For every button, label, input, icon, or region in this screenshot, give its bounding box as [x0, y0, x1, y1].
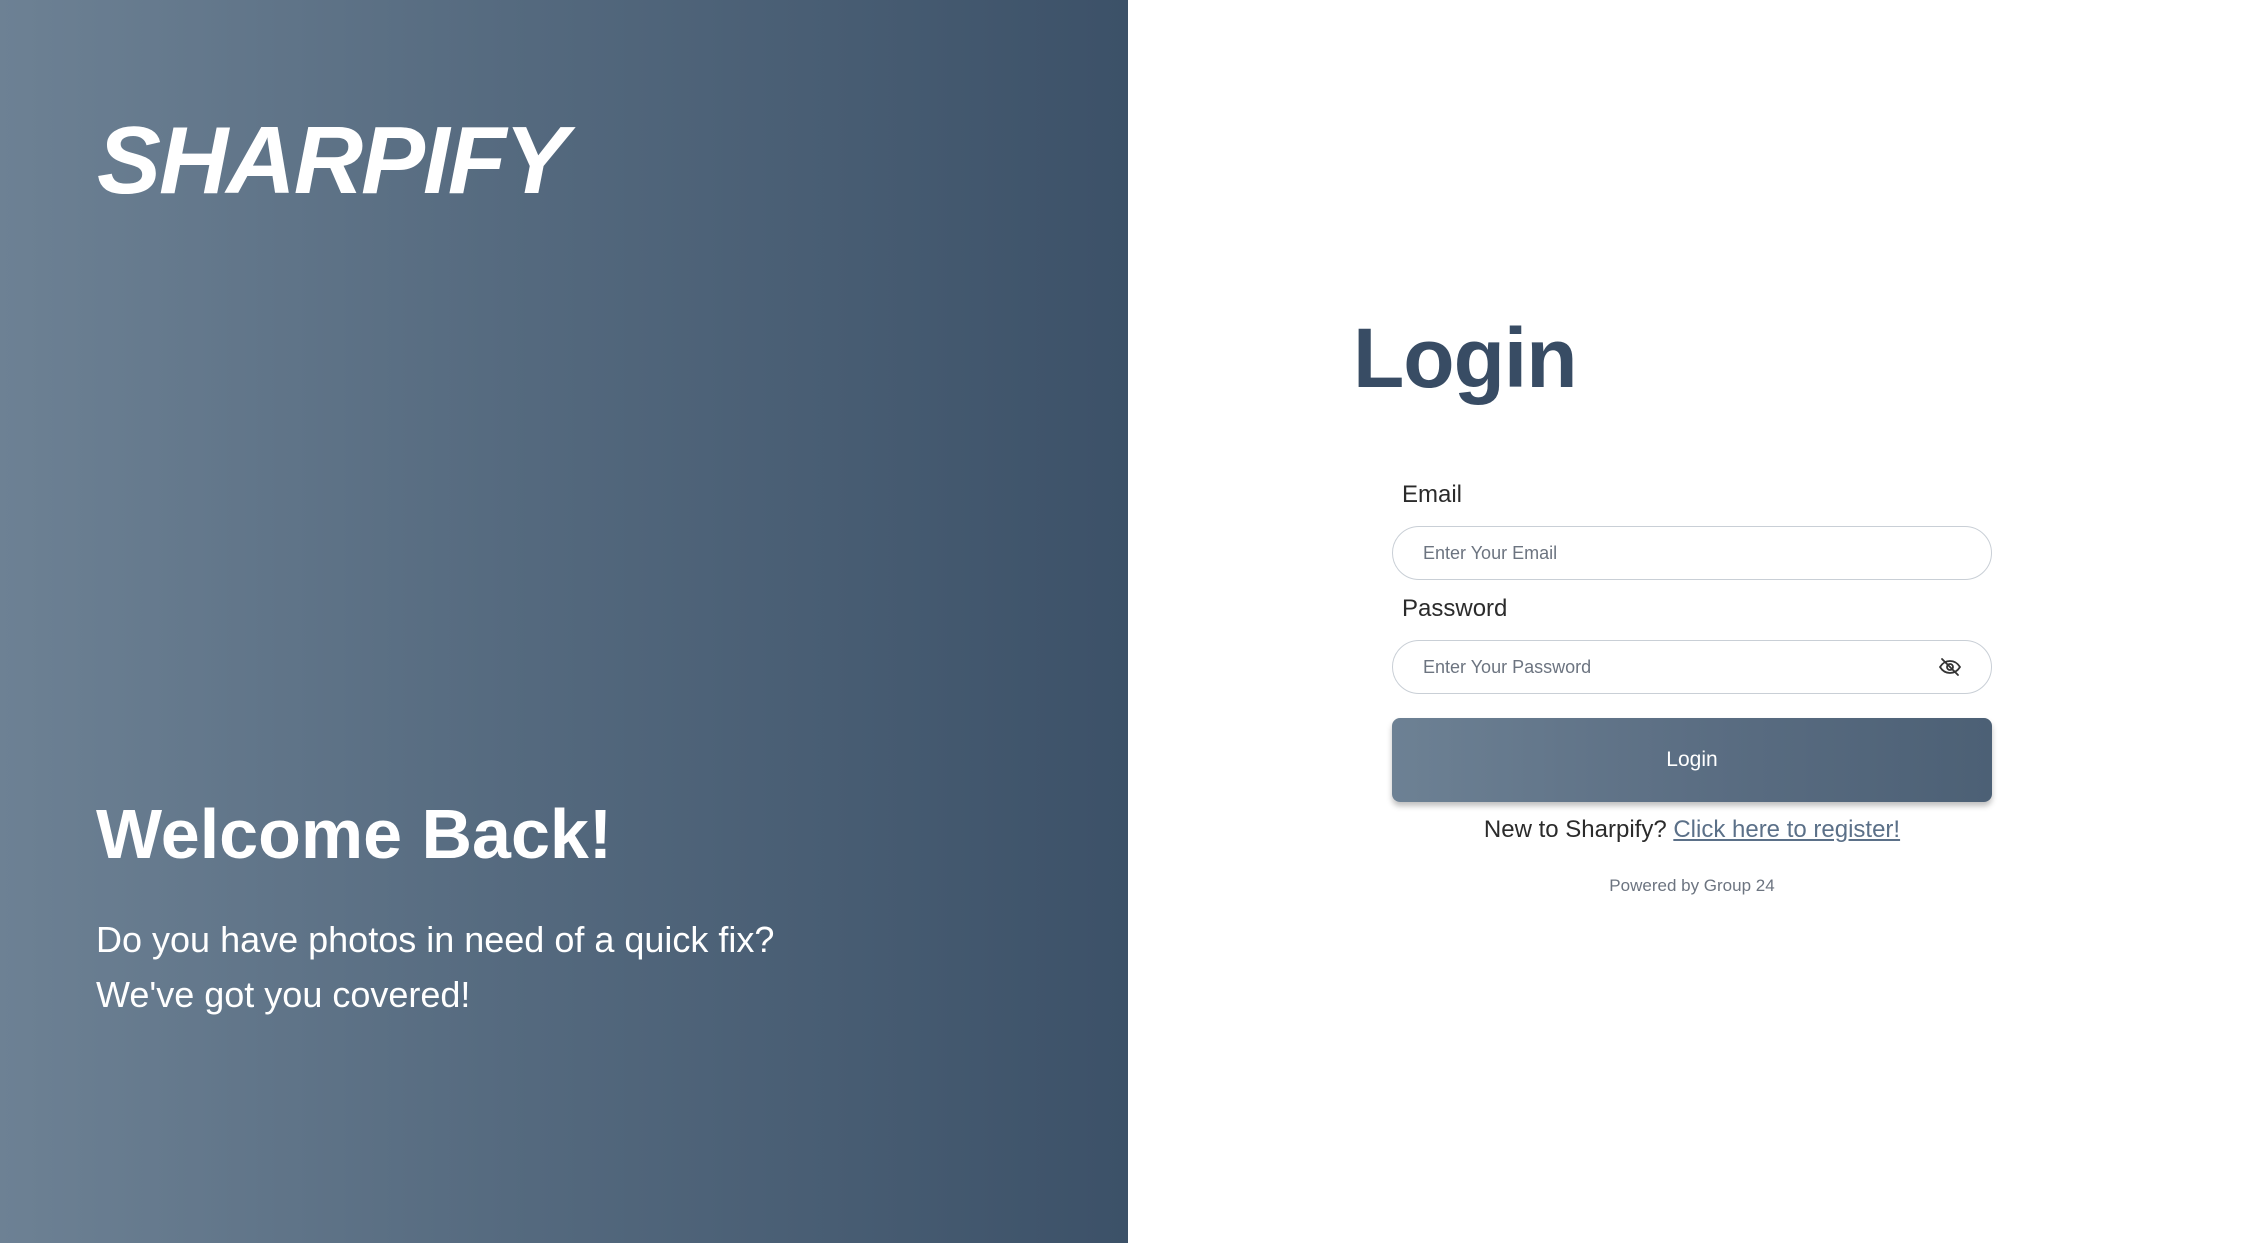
page-title: Login — [1353, 311, 1578, 405]
password-field-wrapper — [1392, 640, 1992, 694]
password-label: Password — [1402, 595, 1508, 622]
welcome-text: Do you have photos in need of a quick fi… — [96, 919, 775, 1015]
email-field-wrapper — [1392, 526, 1992, 580]
login-button[interactable]: Login — [1392, 718, 1992, 802]
login-page: SHARPIFY Welcome Back! Do you have photo… — [0, 0, 2254, 1243]
welcome-title: Welcome Back! — [96, 795, 613, 873]
register-link[interactable]: Click here to register! — [1673, 816, 1900, 843]
hero-panel: SHARPIFY Welcome Back! Do you have photo… — [0, 0, 1128, 1243]
email-field[interactable] — [1393, 527, 1991, 579]
powered-by-text: Powered by Group 24 — [1609, 876, 1775, 895]
register-prompt: New to Sharpify? — [1483, 816, 1674, 843]
eye-slash-icon[interactable] — [1935, 652, 1965, 682]
password-field[interactable] — [1393, 641, 1935, 693]
register-line: New to Sharpify? Click here to register! — [1392, 816, 1992, 844]
login-panel: Login Email Password Login New to Sharpi… — [1128, 0, 2254, 1243]
brand-logo: SHARPIFY — [97, 107, 568, 214]
email-label: Email — [1402, 481, 1463, 508]
